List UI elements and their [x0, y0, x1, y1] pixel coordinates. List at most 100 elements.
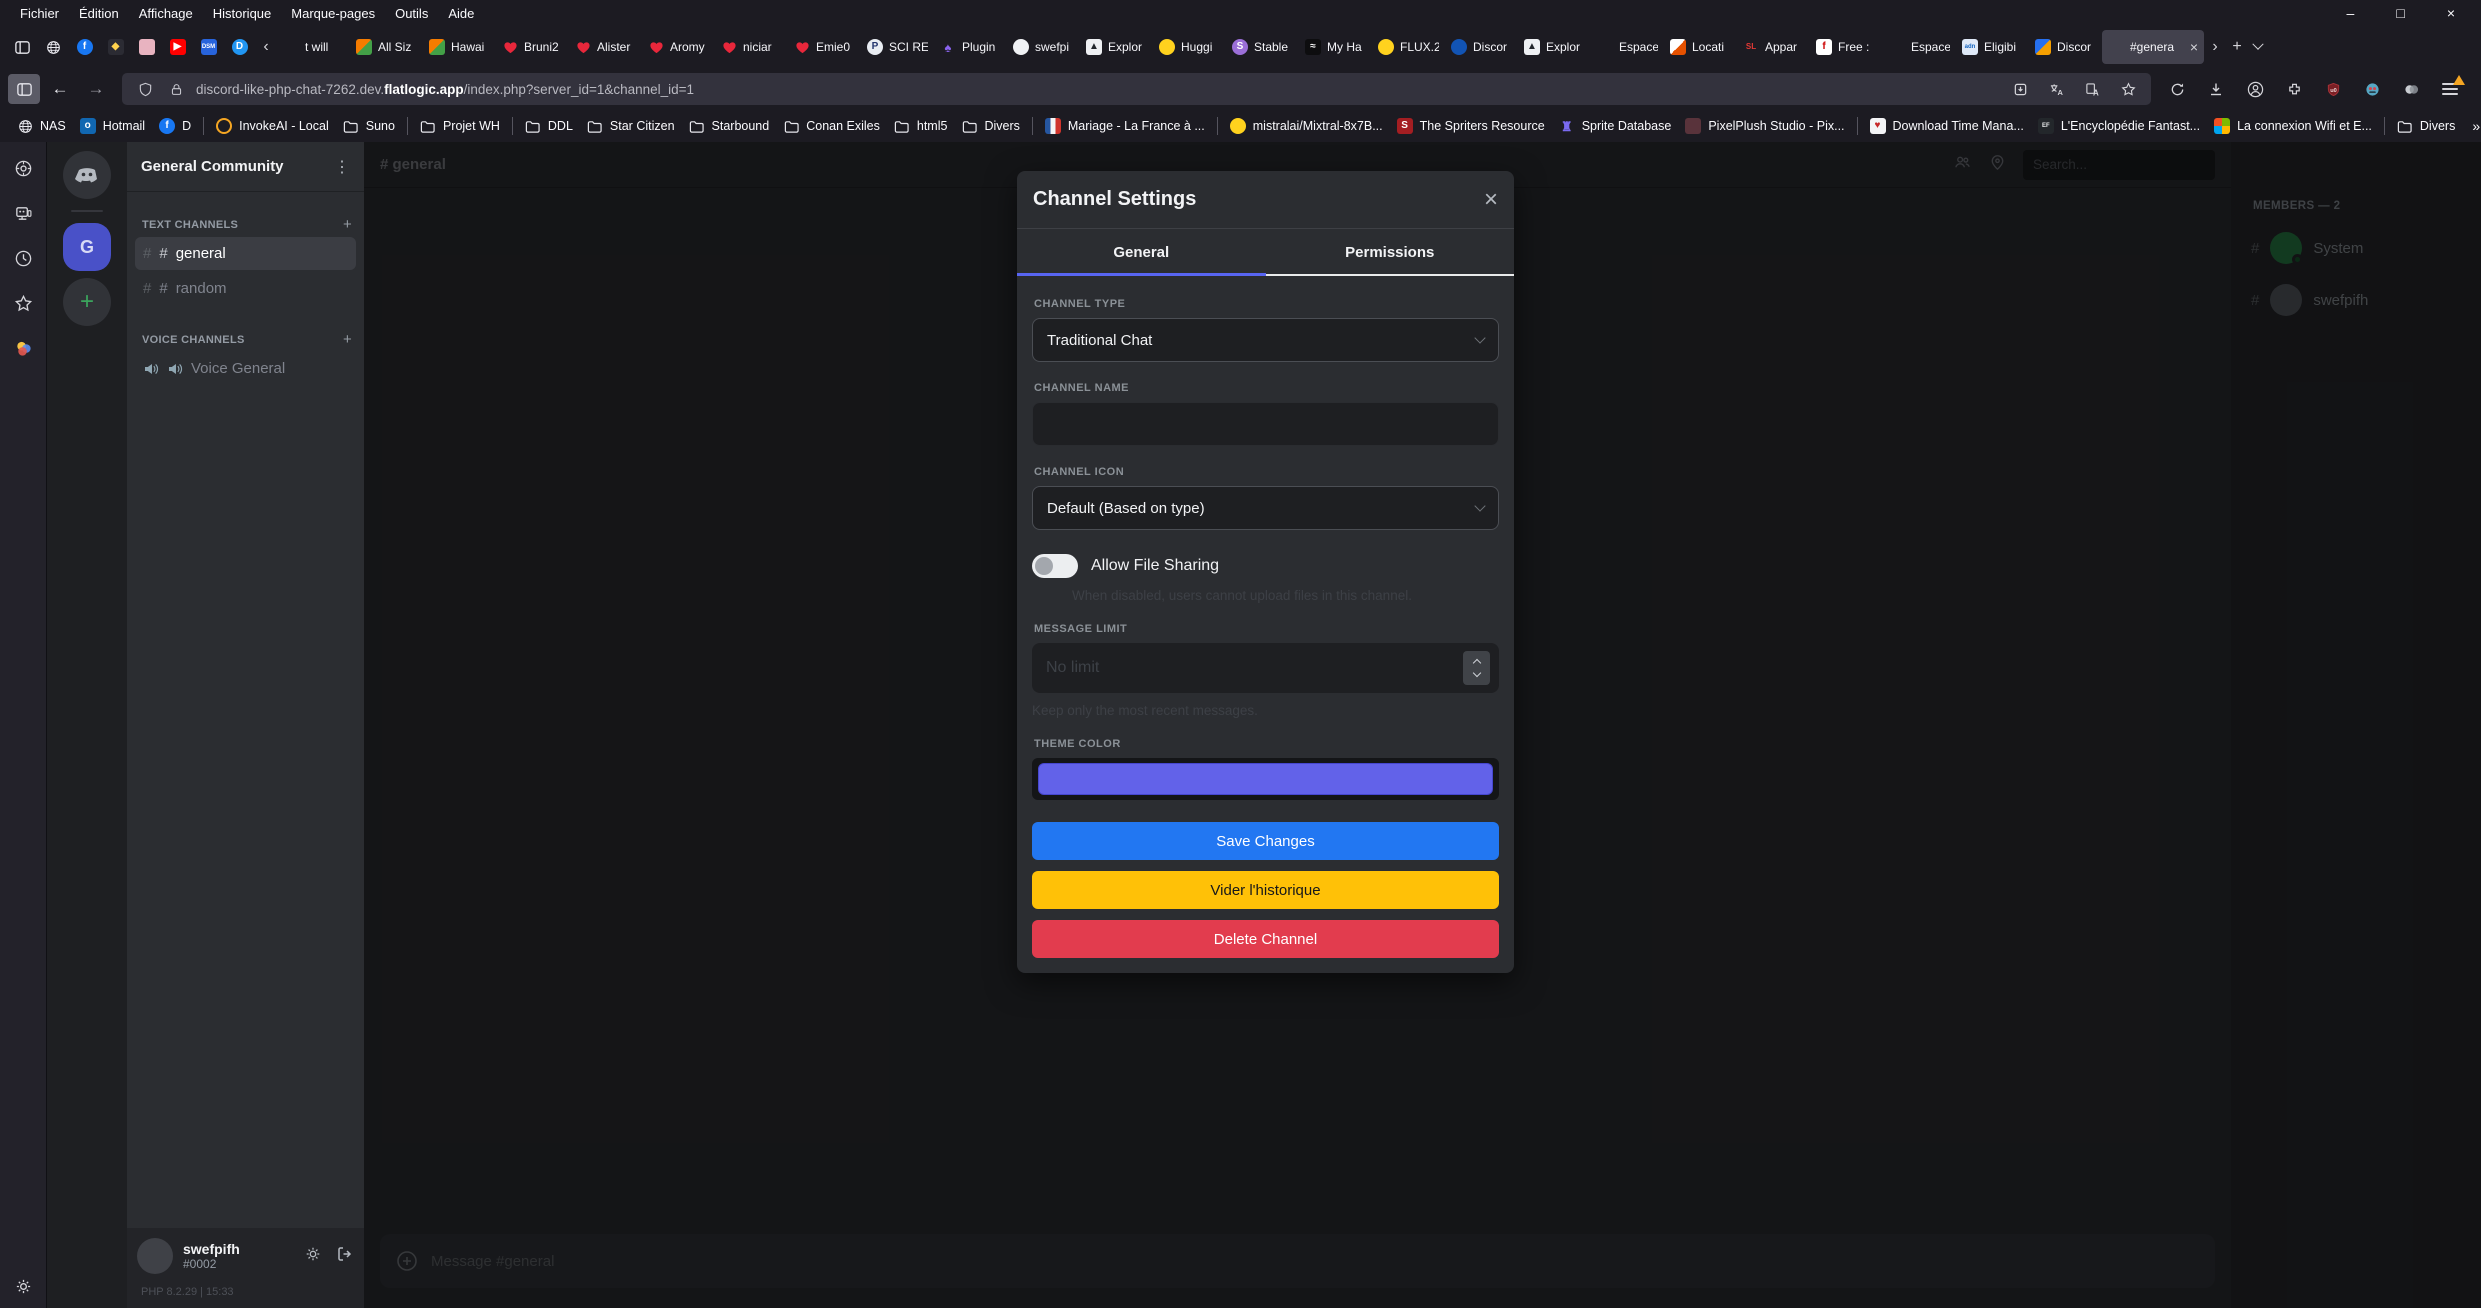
bookmark-item[interactable]: Suno — [336, 115, 402, 137]
sidebar-toggle-icon[interactable] — [8, 74, 40, 104]
browser-tab[interactable]: Locati — [1664, 30, 1737, 64]
browser-tab[interactable]: Hawai — [423, 30, 496, 64]
delete-channel-button[interactable]: Delete Channel — [1032, 920, 1499, 958]
facebook-pinned-tab[interactable]: f — [69, 31, 100, 63]
tab-list-dropdown-icon[interactable] — [2252, 39, 2263, 50]
voice-channel-item[interactable]: Voice General — [135, 352, 356, 385]
bookmark-item[interactable]: NAS — [10, 115, 73, 137]
channel-name-input[interactable] — [1032, 402, 1499, 446]
bookmark-item[interactable]: Mariage - La France à ... — [1038, 115, 1212, 137]
ublock-icon[interactable]: u0 — [2322, 78, 2344, 100]
bookmark-item[interactable]: Divers — [2390, 115, 2462, 137]
translate-icon[interactable]: A — [2045, 78, 2067, 100]
bookmark-item[interactable]: ♥Download Time Mana... — [1863, 115, 2031, 137]
robot-extension-icon[interactable] — [2361, 78, 2383, 100]
bookmark-item[interactable]: html5 — [887, 115, 955, 137]
browser-tab[interactable]: Bruni2 — [496, 30, 569, 64]
theme-color-input[interactable] — [1032, 758, 1499, 800]
bookmark-item[interactable]: La connexion Wifi et E... — [2207, 115, 2379, 137]
bookmark-star-icon[interactable] — [2117, 78, 2139, 100]
browser-tab[interactable]: PSCI RE — [861, 30, 934, 64]
bookmark-item[interactable]: oHotmail — [73, 115, 152, 137]
bookmark-item[interactable]: fD — [152, 115, 198, 137]
tracking-shield-icon[interactable] — [134, 78, 156, 100]
extensions-colors-icon[interactable] — [13, 338, 33, 358]
globe-pinned-tab[interactable] — [38, 31, 69, 63]
forward-icon[interactable]: → — [80, 74, 112, 104]
browser-tab[interactable]: Discor — [2029, 30, 2102, 64]
clear-history-button[interactable]: Vider l'historique — [1032, 871, 1499, 909]
logout-icon[interactable] — [336, 1245, 354, 1268]
add-server-button[interactable]: + — [63, 278, 111, 326]
server-icon-g[interactable]: G — [63, 223, 111, 271]
browser-tab[interactable]: Aromy — [642, 30, 715, 64]
account-icon[interactable] — [2244, 78, 2266, 100]
user-settings-icon[interactable] — [304, 1245, 322, 1268]
bookmark-item[interactable]: Projet WH — [413, 115, 507, 137]
devices-icon[interactable] — [13, 203, 33, 223]
bookmarks-overflow-icon[interactable]: » — [2462, 118, 2481, 134]
browser-tab-active[interactable]: #genera× — [2102, 30, 2204, 64]
theme-color-swatch[interactable] — [1038, 763, 1493, 795]
number-spinner[interactable] — [1463, 651, 1490, 685]
browser-tab[interactable]: swefpi — [1007, 30, 1080, 64]
menu-historique[interactable]: Historique — [203, 3, 282, 24]
browser-tab[interactable]: Huggi — [1153, 30, 1226, 64]
add-voice-channel-icon[interactable]: + — [343, 331, 352, 348]
menu-dition[interactable]: Édition — [69, 3, 129, 24]
url-bar[interactable]: discord-like-php-chat-7262.dev.flatlogic… — [122, 73, 2151, 105]
extensions-icon[interactable] — [2283, 78, 2305, 100]
discord-home-icon[interactable] — [63, 151, 111, 199]
youtube-pinned-tab[interactable]: ▶ — [162, 31, 193, 63]
save-to-pocket-icon[interactable] — [2009, 78, 2031, 100]
browser-tab[interactable]: SLAppar — [1737, 30, 1810, 64]
browser-tab[interactable]: SStable — [1226, 30, 1299, 64]
add-text-channel-icon[interactable]: + — [343, 216, 352, 233]
downloads-icon[interactable] — [2205, 78, 2227, 100]
firefox-view-icon[interactable] — [6, 32, 38, 62]
minimize-button[interactable]: – — [2347, 5, 2355, 21]
menu-fichier[interactable]: Fichier — [10, 3, 69, 24]
menu-hamburger-icon[interactable] — [2439, 78, 2461, 100]
browser-tab[interactable]: adnEligibi — [1956, 30, 2029, 64]
bookmarks-icon[interactable] — [13, 293, 33, 313]
reload-icon[interactable] — [2161, 74, 2193, 104]
menu-outils[interactable]: Outils — [385, 3, 438, 24]
tab-scroll-left-icon[interactable]: ‹ — [255, 38, 277, 56]
close-window-button[interactable]: × — [2447, 5, 2455, 21]
browser-tab[interactable]: ≈My Ha — [1299, 30, 1372, 64]
back-icon[interactable]: ← — [44, 74, 76, 104]
save-changes-button[interactable]: Save Changes — [1032, 822, 1499, 860]
browser-tab[interactable]: Discor — [1445, 30, 1518, 64]
channel-item-random[interactable]: ##random — [135, 272, 356, 305]
bookmark-item[interactable]: InvokeAI - Local — [209, 115, 336, 137]
tab-permissions[interactable]: Permissions — [1266, 229, 1515, 276]
browser-tab[interactable]: Emie0 — [788, 30, 861, 64]
browser-tab[interactable]: All Siz — [350, 30, 423, 64]
bookmark-item[interactable]: DDL — [518, 115, 580, 137]
ai-chat-icon[interactable] — [13, 158, 33, 178]
history-icon[interactable] — [13, 248, 33, 268]
browser-tab[interactable]: Espace ab — [1883, 30, 1956, 64]
file-sharing-toggle[interactable] — [1032, 554, 1078, 578]
browser-tab[interactable]: ♠Plugin — [934, 30, 1007, 64]
menu-aide[interactable]: Aide — [438, 3, 484, 24]
bookmark-item[interactable]: PixelPlush Studio - Pix... — [1678, 115, 1851, 137]
browser-tab[interactable]: niciar — [715, 30, 788, 64]
modal-close-icon[interactable]: × — [1484, 188, 1498, 212]
browser-tab[interactable]: ▲Explor — [1518, 30, 1591, 64]
bookmark-item[interactable]: SThe Spriters Resource — [1390, 115, 1552, 137]
browser-tab[interactable]: t will — [277, 30, 350, 64]
bookmark-item[interactable]: ♜Sprite Database — [1552, 115, 1679, 137]
channel-icon-select[interactable]: Default (Based on type) — [1032, 486, 1499, 530]
channel-item-general[interactable]: ##general — [135, 237, 356, 270]
tab-general[interactable]: General — [1017, 229, 1266, 276]
bookmark-item[interactable]: Star Citizen — [580, 115, 682, 137]
settings-icon[interactable] — [13, 1276, 33, 1296]
tab-close-icon[interactable]: × — [2190, 39, 2198, 55]
browser-tab[interactable]: fFree : — [1810, 30, 1883, 64]
bookmark-item[interactable]: EFL'Encyclopédie Fantast... — [2031, 115, 2207, 137]
gray-extension-icon[interactable] — [2400, 78, 2422, 100]
channel-type-select[interactable]: Traditional Chat — [1032, 318, 1499, 362]
page-translate-icon[interactable]: A — [2081, 78, 2103, 100]
